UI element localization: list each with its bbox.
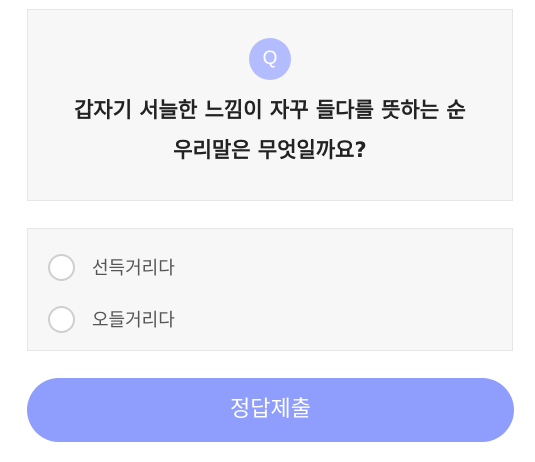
question-card: Q 갑자기 서늘한 느낌이 자꾸 들다를 뜻하는 순 우리말은 무엇일까요? <box>27 9 513 201</box>
answer-option-label: 오들거리다 <box>92 310 175 331</box>
answer-option-2[interactable]: 오들거리다 <box>48 303 175 335</box>
question-text: 갑자기 서늘한 느낌이 자꾸 들다를 뜻하는 순 우리말은 무엇일까요? <box>28 90 512 170</box>
question-line-1: 갑자기 서늘한 느낌이 자꾸 들다를 뜻하는 순 <box>74 98 466 122</box>
radio-button[interactable] <box>48 253 75 281</box>
answer-option-1[interactable]: 선득거리다 <box>48 251 175 283</box>
radio-button[interactable] <box>48 305 75 333</box>
submit-answer-button[interactable]: 정답제출 <box>27 378 514 442</box>
answer-options: 선득거리다 오들거리다 <box>27 228 513 351</box>
question-badge: Q <box>249 38 291 80</box>
answer-option-label: 선득거리다 <box>92 258 175 279</box>
question-line-2: 우리말은 무엇일까요? <box>173 138 367 162</box>
